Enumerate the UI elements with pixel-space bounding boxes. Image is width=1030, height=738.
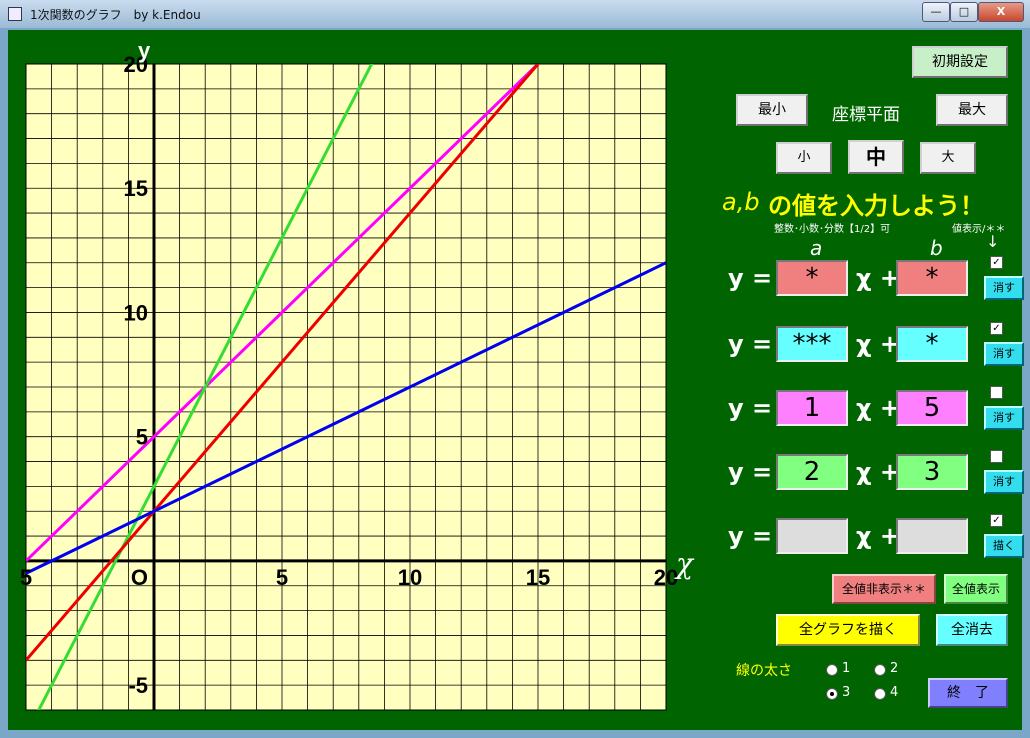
slope-input[interactable]: *** xyxy=(776,326,848,362)
x-plus-label: χ + xyxy=(856,264,900,292)
input-note: 整数･小数･分数【1/2】可 xyxy=(774,224,891,235)
slope-input[interactable]: 1 xyxy=(776,390,848,426)
y-equals-label: y = xyxy=(728,330,773,358)
intercept-input[interactable]: * xyxy=(896,326,968,362)
slope-input[interactable] xyxy=(776,518,848,554)
intercept-input[interactable]: 3 xyxy=(896,454,968,490)
x-tick-label: 10 xyxy=(398,565,422,590)
row-action-button[interactable]: 消す xyxy=(984,276,1024,300)
minimize-button[interactable]: — xyxy=(922,2,950,22)
x-plus-label: χ + xyxy=(856,394,900,422)
y-tick-label: 5 xyxy=(136,425,148,450)
x-plus-label: χ + xyxy=(856,330,900,358)
row-action-button[interactable]: 消す xyxy=(984,342,1024,366)
coordinate-graph[interactable]: 5 5 10 15 20-55101520O χy xyxy=(8,30,728,730)
min-size-button[interactable]: 最小 xyxy=(736,94,808,126)
thickness-radio-label: 4 xyxy=(890,685,899,700)
slope-input[interactable]: 2 xyxy=(776,454,848,490)
thickness-radio[interactable] xyxy=(874,688,886,700)
main-panel: 5 5 10 15 20 -5 5 10 15 20 Oχ y 初期設定 最小 座標平面 最大 小 中… xyxy=(8,30,1024,730)
x-plus-label: χ + xyxy=(856,458,900,486)
intercept-input[interactable]: * xyxy=(896,260,968,296)
max-size-button[interactable]: 最大 xyxy=(936,94,1008,126)
medium-button[interactable]: 中 xyxy=(848,140,904,174)
input-heading: の値を入力しよう！ xyxy=(768,192,984,220)
ab-heading: a,b xyxy=(722,188,760,216)
column-a-label: a xyxy=(810,236,823,260)
clear-all-button[interactable]: 全消去 xyxy=(936,614,1008,646)
large-button[interactable]: 大 xyxy=(920,142,976,174)
exit-button[interactable]: 終 了 xyxy=(928,678,1008,708)
value-display-checkbox[interactable]: ✓ xyxy=(990,256,1003,269)
y-equals-label: y = xyxy=(728,458,773,486)
down-arrow-icon: ↓ xyxy=(986,232,1000,251)
x-tick-label: 15 xyxy=(526,565,550,590)
thickness-radio[interactable] xyxy=(874,664,886,676)
y-axis-label: y xyxy=(138,38,151,63)
intercept-input[interactable] xyxy=(896,518,968,554)
value-display-checkbox[interactable] xyxy=(990,450,1003,463)
plane-label: 座標平面 xyxy=(832,105,900,125)
thickness-radio[interactable] xyxy=(826,688,838,700)
intercept-input[interactable]: 5 xyxy=(896,390,968,426)
x-tick-label: 20 xyxy=(654,565,678,590)
app-icon xyxy=(8,7,22,21)
thickness-radio-label: 3 xyxy=(842,685,851,700)
x-axis-label: χ xyxy=(674,547,695,580)
row-action-button[interactable]: 描く xyxy=(984,534,1024,558)
row-action-button[interactable]: 消す xyxy=(984,470,1024,494)
maximize-button[interactable]: □ xyxy=(950,2,978,22)
y-tick-label: 10 xyxy=(124,300,148,325)
title-bar: 1次関数のグラフ by k.Endou — □ X xyxy=(0,0,1030,28)
x-tick-label: 5 xyxy=(276,565,288,590)
thickness-radio[interactable] xyxy=(826,664,838,676)
show-all-values-button[interactable]: 全値表示 xyxy=(944,574,1008,604)
y-equals-label: y = xyxy=(728,394,773,422)
y-tick-label: -5 xyxy=(128,673,148,698)
y-equals-label: y = xyxy=(728,264,773,292)
y-tick-label: 15 xyxy=(124,176,148,201)
origin-label: O xyxy=(131,565,148,590)
x-tick-label: 5 xyxy=(20,565,32,590)
y-equals-label: y = xyxy=(728,522,773,550)
thickness-radio-label: 2 xyxy=(890,661,899,676)
reset-button[interactable]: 初期設定 xyxy=(912,46,1008,78)
slope-input[interactable]: * xyxy=(776,260,848,296)
hide-all-values-button[interactable]: 全値非表示＊＊ xyxy=(832,574,936,604)
value-display-checkbox[interactable] xyxy=(990,386,1003,399)
close-button[interactable]: X xyxy=(978,2,1024,22)
value-display-checkbox[interactable]: ✓ xyxy=(990,514,1003,527)
app-window: 1次関数のグラフ by k.Endou — □ X 5 5 10 15 20 -5 5 10 1… xyxy=(0,0,1030,738)
window-title: 1次関数のグラフ by k.Endou xyxy=(30,8,201,22)
line-thickness-label: 線の太さ xyxy=(736,663,792,679)
small-button[interactable]: 小 xyxy=(776,142,832,174)
row-action-button[interactable]: 消す xyxy=(984,406,1024,430)
thickness-radio-label: 1 xyxy=(842,661,851,676)
x-plus-label: χ + xyxy=(856,522,900,550)
value-display-checkbox[interactable]: ✓ xyxy=(990,322,1003,335)
draw-all-graphs-button[interactable]: 全グラフを描く xyxy=(776,614,920,646)
column-b-label: b xyxy=(930,236,943,260)
